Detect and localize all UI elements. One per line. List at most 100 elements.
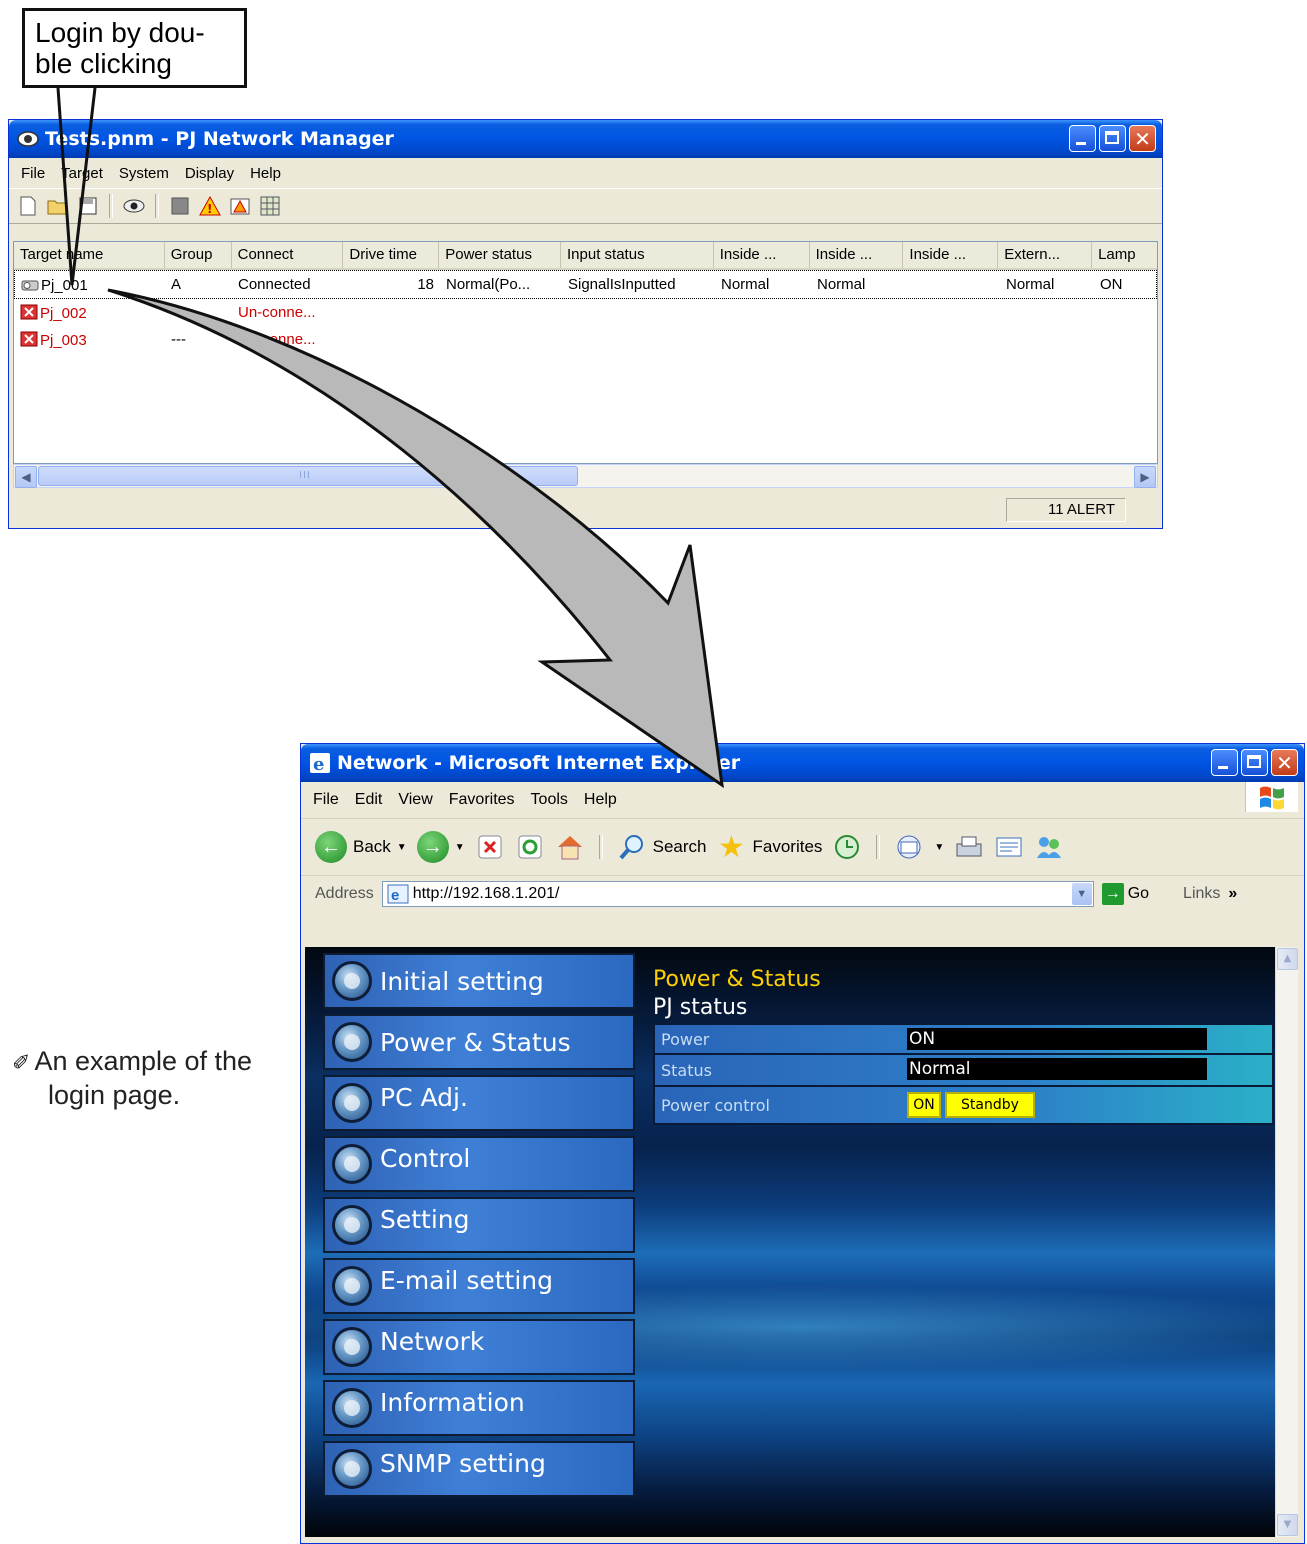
nav-power-status[interactable]: Power & Status [323,1014,635,1070]
table-row[interactable]: Pj_001 A Connected 18 Normal(Po... Signa… [14,270,1157,299]
power-value: ON [907,1028,1207,1050]
minimize-button[interactable] [1211,749,1238,776]
back-arrow-icon: ← [315,831,347,863]
save-icon[interactable] [75,193,101,219]
svg-text:e: e [391,887,399,904]
address-input[interactable]: e http://192.168.1.201/ ▼ [381,881,1094,907]
menu-help[interactable]: Help [576,791,625,809]
alert-setting-icon[interactable] [227,193,253,219]
menu-tools[interactable]: Tools [523,791,576,809]
nav-email-setting[interactable]: E-mail setting [323,1258,635,1314]
pnm-title: Tests.pnm - PJ Network Manager [45,128,394,150]
go-button[interactable]: → Go [1101,883,1149,905]
vertical-scrollbar[interactable]: ▲ ▼ [1275,947,1298,1537]
col-input-status[interactable]: Input status [561,242,714,268]
scroll-down-icon[interactable]: ▼ [1277,1514,1298,1536]
menu-file[interactable]: File [13,165,53,182]
stop-icon[interactable] [475,832,505,862]
menu-favorites[interactable]: Favorites [441,791,523,809]
nav-label: Setting [380,1204,470,1234]
horizontal-scrollbar[interactable]: ◀ III ▶ [13,464,1158,488]
grid-icon[interactable] [257,193,283,219]
col-inside-2[interactable]: Inside ... [810,242,904,268]
edit-icon[interactable] [994,832,1024,862]
table-row[interactable]: Pj_003 --- Un-conne... [14,326,1157,353]
nav-network[interactable]: Network [323,1319,635,1375]
address-dropdown-icon[interactable]: ▼ [1071,883,1092,905]
history-icon[interactable] [832,832,862,862]
back-dropdown-icon[interactable]: ▼ [397,842,407,853]
ie-logo-icon: e [310,753,330,774]
row-name: Pj_003 [40,331,87,349]
menu-edit[interactable]: Edit [347,791,391,809]
power-on-button[interactable]: ON [907,1092,941,1118]
col-inside-3[interactable]: Inside ... [903,242,999,268]
open-icon[interactable] [45,193,71,219]
col-inside-1[interactable]: Inside ... [714,242,810,268]
favorites-button[interactable]: ★ Favorites [716,831,822,864]
col-drive-time[interactable]: Drive time [343,242,440,268]
row-name: Pj_001 [41,276,88,294]
menu-help[interactable]: Help [242,165,289,182]
new-icon[interactable] [15,193,41,219]
col-group[interactable]: Group [165,242,232,268]
scroll-up-icon[interactable]: ▲ [1277,948,1298,970]
links-label[interactable]: Links [1183,885,1220,903]
scroll-thumb[interactable]: III [38,466,578,486]
col-external[interactable]: Extern... [998,242,1093,268]
table-row[interactable]: Pj_002 Un-conne... [14,299,1157,326]
close-button[interactable]: ✕ [1271,749,1298,776]
search-button[interactable]: Search [617,832,706,862]
info-icon [332,1388,372,1428]
back-button[interactable]: ← Back ▼ [315,831,407,863]
back-label: Back [353,837,391,856]
maximize-button[interactable] [1099,125,1126,152]
stop-icon[interactable] [167,193,193,219]
col-lamp[interactable]: Lamp [1092,242,1157,268]
projector-icon [21,280,39,290]
nav-setting[interactable]: Setting [323,1197,635,1253]
row-group: --- [171,331,186,348]
print-icon[interactable] [954,832,984,862]
col-power-status[interactable]: Power status [439,242,562,268]
scroll-right-icon[interactable]: ▶ [1134,466,1156,488]
nav-snmp-setting[interactable]: SNMP setting [323,1441,635,1497]
nav-control[interactable]: Control [323,1136,635,1192]
pnm-titlebar[interactable]: Tests.pnm - PJ Network Manager ✕ [9,120,1162,158]
mail-dropdown-icon[interactable]: ▼ [934,842,944,853]
chevron-right-icon[interactable]: » [1228,885,1237,903]
menu-view[interactable]: View [390,791,440,809]
nav-label: SNMP setting [380,1448,546,1478]
ie-title: Network - Microsoft Internet Explorer [337,752,741,774]
col-target-name[interactable]: Target name [14,242,165,268]
ie-titlebar[interactable]: e Network - Microsoft Internet Explorer … [301,744,1304,782]
menu-target[interactable]: Target [53,165,111,182]
note-line2: login page. [48,1080,181,1110]
forward-dropdown-icon[interactable]: ▼ [455,842,465,853]
mail-icon[interactable] [894,832,924,862]
menu-display[interactable]: Display [177,165,242,182]
close-button[interactable]: ✕ [1129,125,1156,152]
refresh-icon[interactable] [515,832,545,862]
scroll-left-icon[interactable]: ◀ [15,466,37,488]
toolbar-separator [598,835,603,859]
nav-label: Control [380,1143,471,1173]
col-connect[interactable]: Connect [232,242,344,268]
alert-count: 11 ALERT [1006,498,1126,522]
row-group: A [171,276,182,293]
maximize-button[interactable] [1241,749,1268,776]
standby-button[interactable]: Standby [945,1092,1035,1118]
menu-file[interactable]: File [305,791,347,809]
forward-button[interactable]: → ▼ [416,831,465,863]
row-power: Normal(Po... [446,276,531,293]
alert-icon[interactable]: ! [197,193,223,219]
menu-system[interactable]: System [111,165,177,182]
row-connect: Un-conne... [238,331,316,348]
nav-pc-adj[interactable]: PC Adj. [323,1075,635,1131]
messenger-icon[interactable] [1034,832,1064,862]
minimize-button[interactable] [1069,125,1096,152]
nav-initial-setting[interactable]: Initial setting [323,953,635,1009]
nav-information[interactable]: Information [323,1380,635,1436]
home-icon[interactable] [555,832,585,862]
eye-icon[interactable] [121,193,147,219]
